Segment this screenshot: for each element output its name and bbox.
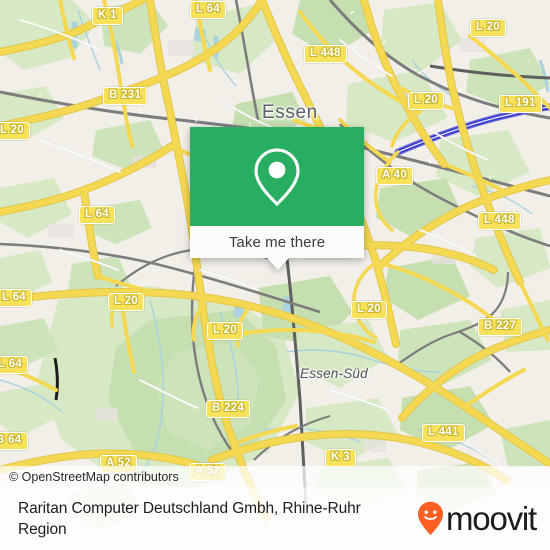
road-shield: L 20 — [351, 301, 388, 319]
attribution-text: © OpenStreetMap contributors — [9, 469, 179, 484]
road-shield: L 20 — [207, 322, 244, 340]
road-shield: L 20 — [0, 122, 31, 140]
location-callout[interactable]: Take me there — [190, 127, 364, 270]
road-shield: B 224 — [206, 400, 251, 418]
map-screenshot: .green { fill:#d6e8c4; } .green2 { fill:… — [0, 0, 550, 550]
road-shield: L 64 — [190, 1, 227, 19]
road-shield: L 448 — [304, 45, 347, 63]
road-shield: L 191 — [499, 95, 542, 113]
road-shield: B 231 — [103, 87, 148, 105]
road-shield: L 441 — [422, 424, 465, 442]
map-pin-icon — [254, 147, 300, 206]
road-shield: L 64 — [0, 356, 29, 374]
road-shield: B 64 — [0, 432, 28, 450]
road-shield: L 64 — [0, 289, 33, 307]
bottom-info-bar: Raritan Computer Deutschland Gmbh, Rhine… — [0, 487, 550, 550]
map-place-label-essen-sued: Essen-Süd — [300, 366, 368, 381]
moovit-pin-smiley-icon — [418, 501, 443, 536]
place-title: Raritan Computer Deutschland Gmbh, Rhine… — [18, 499, 361, 538]
take-me-there-label: Take me there — [228, 233, 326, 251]
map-place-label-essen: Essen — [262, 102, 318, 123]
callout-pointer — [267, 258, 289, 270]
take-me-there-button[interactable]: Take me there — [190, 226, 364, 258]
road-shield: L 20 — [470, 19, 507, 37]
callout-header — [190, 127, 364, 226]
road-shield: K 1 — [92, 7, 123, 25]
road-shield: A 40 — [376, 167, 414, 185]
road-shield: K 3 — [325, 449, 356, 467]
road-shield: L 20 — [108, 293, 145, 311]
road-shield: B 227 — [478, 318, 523, 336]
road-shield: L 448 — [478, 212, 521, 230]
road-shield: L 20 — [408, 92, 445, 110]
moovit-wordmark: moovit — [446, 500, 537, 537]
road-shield: L 64 — [79, 206, 116, 224]
map-attribution[interactable]: © OpenStreetMap contributors — [0, 466, 550, 487]
moovit-logo[interactable]: moovit — [417, 500, 537, 537]
